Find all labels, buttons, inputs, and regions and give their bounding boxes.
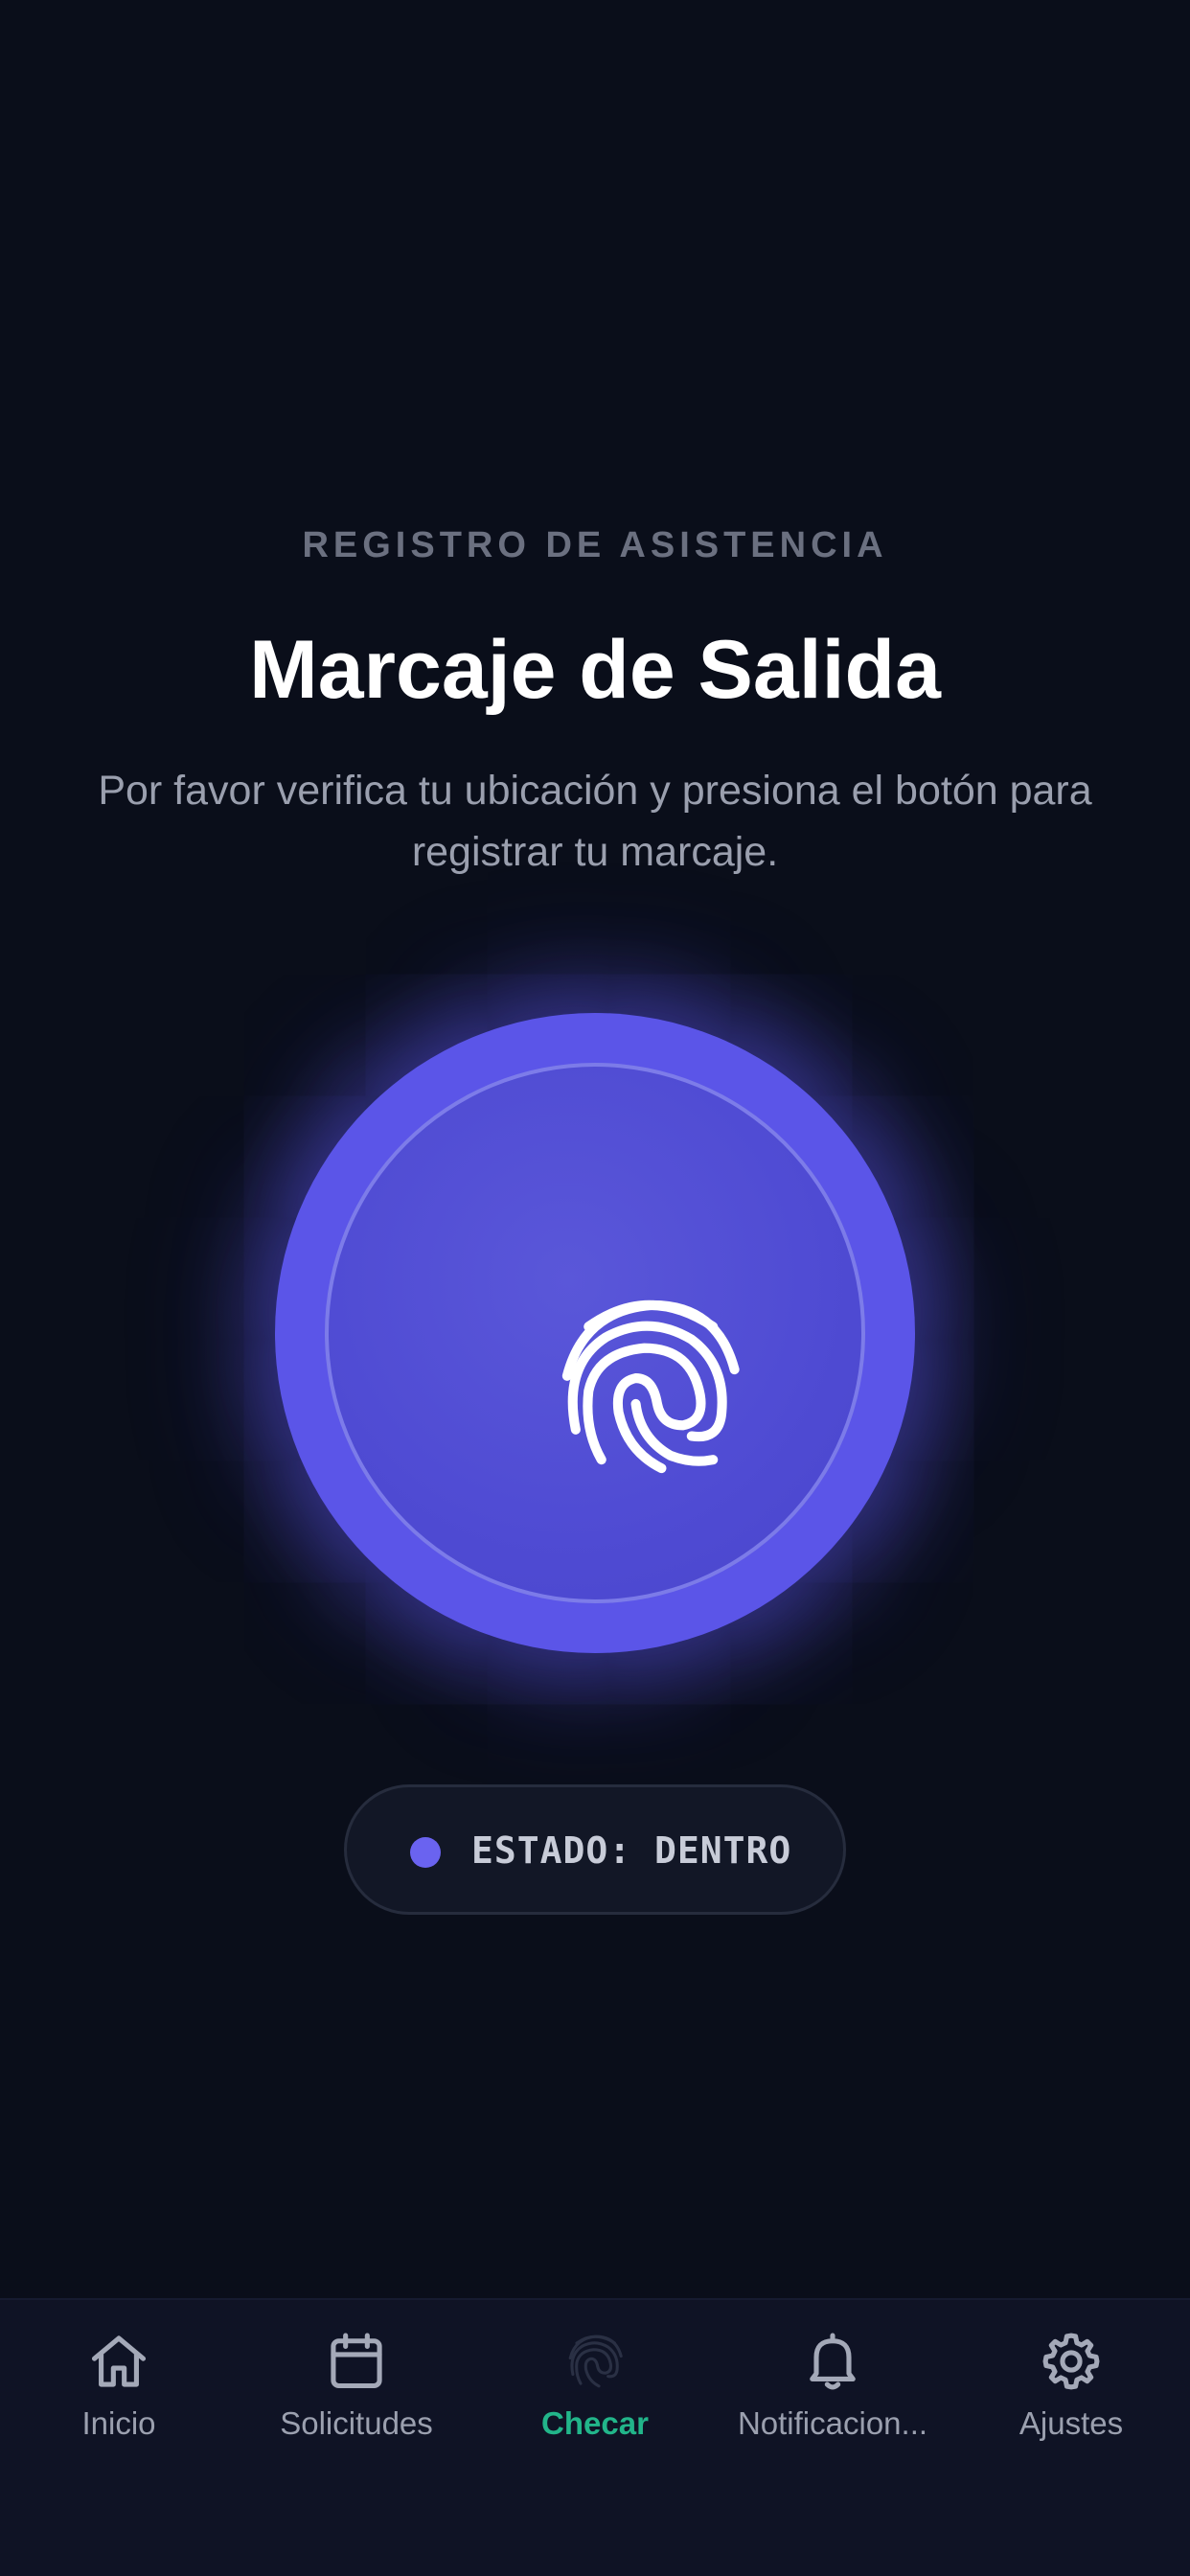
bottom-tab-bar: Inicio Solicitudes Checar Notificacion..… — [0, 2298, 1190, 2576]
tab-notificaciones[interactable]: Notificacion... — [714, 2300, 951, 2492]
home-icon — [91, 2335, 147, 2387]
bell-icon — [810, 2333, 856, 2390]
checkin-button-ring — [325, 1063, 865, 1603]
tab-label: Ajustes — [1018, 2405, 1124, 2441]
tab-label: Notificacion... — [737, 2405, 928, 2441]
status-dot — [410, 1837, 441, 1868]
page-title: Marcaje de Salida — [249, 624, 941, 716]
checkin-screen: REGISTRO DE ASISTENCIA Marcaje de Salida… — [0, 0, 1190, 2576]
fingerprint-icon — [568, 2334, 623, 2388]
tab-label: Inicio — [81, 2405, 156, 2441]
tab-solicitudes[interactable]: Solicitudes — [238, 2300, 475, 2492]
tab-inicio[interactable]: Inicio — [0, 2300, 238, 2492]
tab-label: Solicitudes — [280, 2405, 433, 2441]
calendar-icon — [331, 2333, 382, 2389]
tab-checar[interactable]: Checar — [476, 2300, 714, 2492]
status-label: ESTADO: DENTRO — [471, 1829, 792, 1872]
section-eyebrow: REGISTRO DE ASISTENCIA — [302, 525, 888, 565]
status-badge: ESTADO: DENTRO — [344, 1784, 846, 1915]
checkin-button[interactable] — [275, 1013, 915, 1653]
gear-icon — [1042, 2333, 1100, 2390]
tab-label: Checar — [541, 2405, 649, 2441]
tab-ajustes[interactable]: Ajustes — [952, 2300, 1190, 2492]
fingerprint-icon — [561, 1300, 740, 1474]
